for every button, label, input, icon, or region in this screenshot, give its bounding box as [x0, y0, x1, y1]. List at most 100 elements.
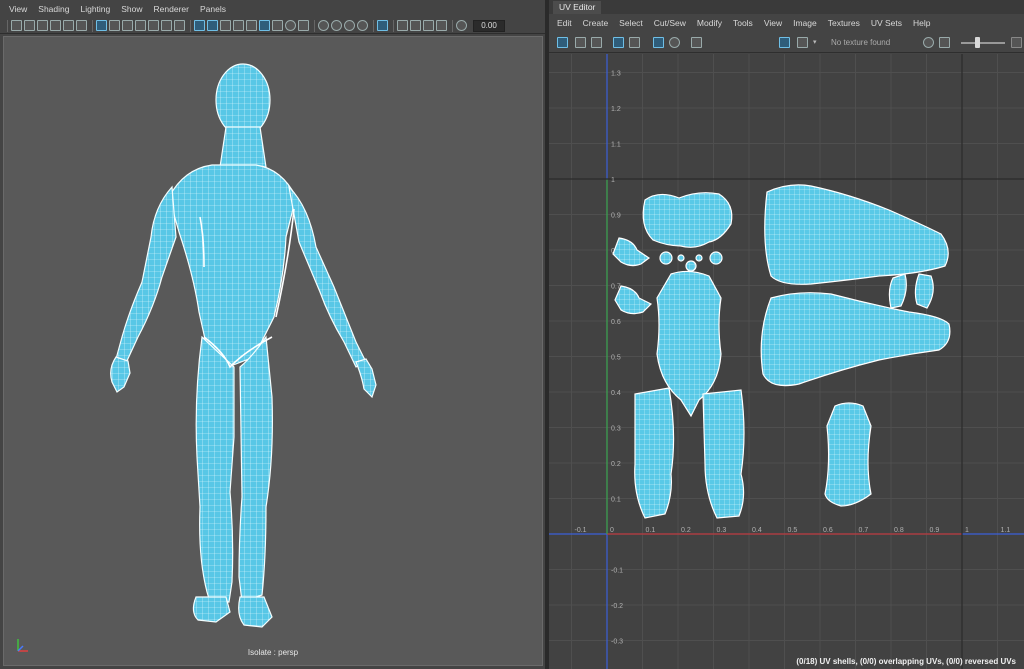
safe-title-icon[interactable] — [174, 20, 185, 31]
uv-exposure-icon[interactable] — [923, 37, 934, 48]
uv-shell-eye-left — [659, 251, 673, 265]
use-all-lights-icon[interactable] — [259, 20, 270, 31]
uv-snapshot-icon[interactable] — [691, 37, 702, 48]
light-bulb-icon[interactable] — [285, 20, 296, 31]
menu-lighting[interactable]: Lighting — [80, 4, 110, 14]
uv-toolbar: ▾ No texture found — [549, 31, 1024, 53]
u-tick-label: -0.1 — [575, 527, 587, 534]
isolate-select-icon[interactable] — [377, 20, 388, 31]
v-tick-label: 0.3 — [611, 426, 621, 433]
v-tick-label: -0.3 — [611, 639, 623, 646]
shadow-quality-icon[interactable] — [357, 20, 368, 31]
safe-action-icon[interactable] — [161, 20, 172, 31]
u-tick-label: 0.9 — [930, 527, 940, 534]
uv-checkerboard-icon[interactable] — [797, 37, 808, 48]
camera-icon[interactable] — [11, 20, 22, 31]
uv-tabbar: UV Editor — [549, 0, 1024, 14]
field-chart-icon[interactable] — [148, 20, 159, 31]
uv-menu-select[interactable]: Select — [619, 18, 643, 28]
uv-menu-create[interactable]: Create — [583, 18, 609, 28]
v-tick-label: 1.2 — [611, 106, 621, 113]
shadows-icon[interactable] — [272, 20, 283, 31]
uv-menu-image[interactable]: Image — [793, 18, 817, 28]
grease-pencil-icon[interactable] — [76, 20, 87, 31]
v-tick-label: -0.2 — [611, 603, 623, 610]
viewport-toolbar — [0, 18, 545, 34]
uv-texture-borders-icon[interactable] — [613, 37, 624, 48]
uv-menu-cut-sew[interactable]: Cut/Sew — [654, 18, 686, 28]
uv-shade-icon[interactable] — [575, 37, 586, 48]
uv-menu-tools[interactable]: Tools — [733, 18, 753, 28]
multisample-aa-icon[interactable] — [331, 20, 342, 31]
uv-pixel-snap-icon[interactable] — [669, 37, 680, 48]
backface-culling-icon[interactable] — [436, 20, 447, 31]
separator — [7, 19, 8, 32]
menu-renderer[interactable]: Renderer — [154, 4, 189, 14]
camera-attributes-icon[interactable] — [24, 20, 35, 31]
exposure-field[interactable] — [473, 19, 505, 32]
uv-grid-icon[interactable] — [557, 37, 568, 48]
character-mesh — [110, 63, 377, 628]
uv-shell-nostril — [677, 254, 685, 262]
xray-active-components-icon[interactable] — [410, 20, 421, 31]
bookmark-icon[interactable] — [37, 20, 48, 31]
uv-image-display-icon[interactable] — [779, 37, 790, 48]
uv-shell-foot-right — [914, 273, 934, 309]
uv-exposure-slider-handle[interactable] — [975, 37, 980, 48]
viewport-menubar: View Shading Lighting Show Renderer Pane… — [0, 0, 545, 18]
u-tick-label: 0.6 — [823, 527, 833, 534]
xray-joints-icon[interactable] — [423, 20, 434, 31]
tab-uv-editor[interactable]: UV Editor — [553, 1, 602, 14]
u-tick-label: 0.3 — [717, 527, 727, 534]
uv-shell-eye-right — [709, 251, 723, 265]
uv-checker-icon[interactable] — [629, 37, 640, 48]
uv-shell-leg-right — [702, 389, 745, 519]
u-tick-label: 0.2 — [681, 527, 691, 534]
uv-menu-modify[interactable]: Modify — [697, 18, 722, 28]
u-tick-label: 0.1 — [646, 527, 656, 534]
uv-color-icon[interactable] — [939, 37, 950, 48]
menu-show[interactable]: Show — [121, 4, 142, 14]
resolution-gate-icon[interactable] — [122, 20, 133, 31]
smooth-shade-icon[interactable] — [207, 20, 218, 31]
wireframe-on-shaded-icon[interactable] — [233, 20, 244, 31]
uv-shell-head — [642, 192, 733, 248]
v-tick-label: 0.1 — [611, 497, 621, 504]
grid-icon[interactable] — [96, 20, 107, 31]
uv-exposure-slider[interactable] — [961, 42, 1005, 44]
menu-panels[interactable]: Panels — [200, 4, 226, 14]
gate-mask-icon[interactable] — [135, 20, 146, 31]
perspective-viewport[interactable]: Isolate : persp — [3, 36, 543, 666]
wireframe-icon[interactable] — [194, 20, 205, 31]
uv-menu-textures[interactable]: Textures — [828, 18, 860, 28]
menu-view[interactable]: View — [9, 4, 27, 14]
film-gate-icon[interactable] — [109, 20, 120, 31]
uv-status-readout: (0/18) UV shells, (0/0) overlapping UVs,… — [796, 657, 1016, 666]
depth-of-field-icon[interactable] — [344, 20, 355, 31]
texture-status: No texture found — [831, 38, 891, 47]
use-default-material-icon[interactable] — [220, 20, 231, 31]
uv-menu-edit[interactable]: Edit — [557, 18, 572, 28]
uv-options-icon[interactable] — [1011, 37, 1022, 48]
2d-pan-zoom-icon[interactable] — [63, 20, 74, 31]
v-tick-label: 0.9 — [611, 213, 621, 220]
uv-shell-leg-left — [634, 387, 675, 519]
uv-snap-grid-icon[interactable] — [653, 37, 664, 48]
uv-menu-uv-sets[interactable]: UV Sets — [871, 18, 902, 28]
v-tick-label: 1 — [611, 177, 615, 184]
image-plane-icon[interactable] — [50, 20, 61, 31]
uv-distortion-icon[interactable] — [591, 37, 602, 48]
uv-menu-view[interactable]: View — [764, 18, 782, 28]
screen-space-ao-icon[interactable] — [298, 20, 309, 31]
uv-grid-canvas[interactable]: 1.3 1.2 1.1 1 0.9 0.8 0.7 0.6 0.5 0.4 0.3 0.2 0.1 -0.… — [549, 54, 1024, 669]
xray-icon[interactable] — [397, 20, 408, 31]
uv-menu-help[interactable]: Help — [913, 18, 930, 28]
v-tick-label: -0.1 — [611, 568, 623, 575]
chevron-down-icon[interactable]: ▾ — [813, 37, 820, 48]
uv-shell-hand — [614, 285, 653, 315]
exposure-icon[interactable] — [456, 20, 467, 31]
textured-icon[interactable] — [246, 20, 257, 31]
motion-blur-icon[interactable] — [318, 20, 329, 31]
menu-shading[interactable]: Shading — [38, 4, 69, 14]
separator — [314, 19, 315, 32]
